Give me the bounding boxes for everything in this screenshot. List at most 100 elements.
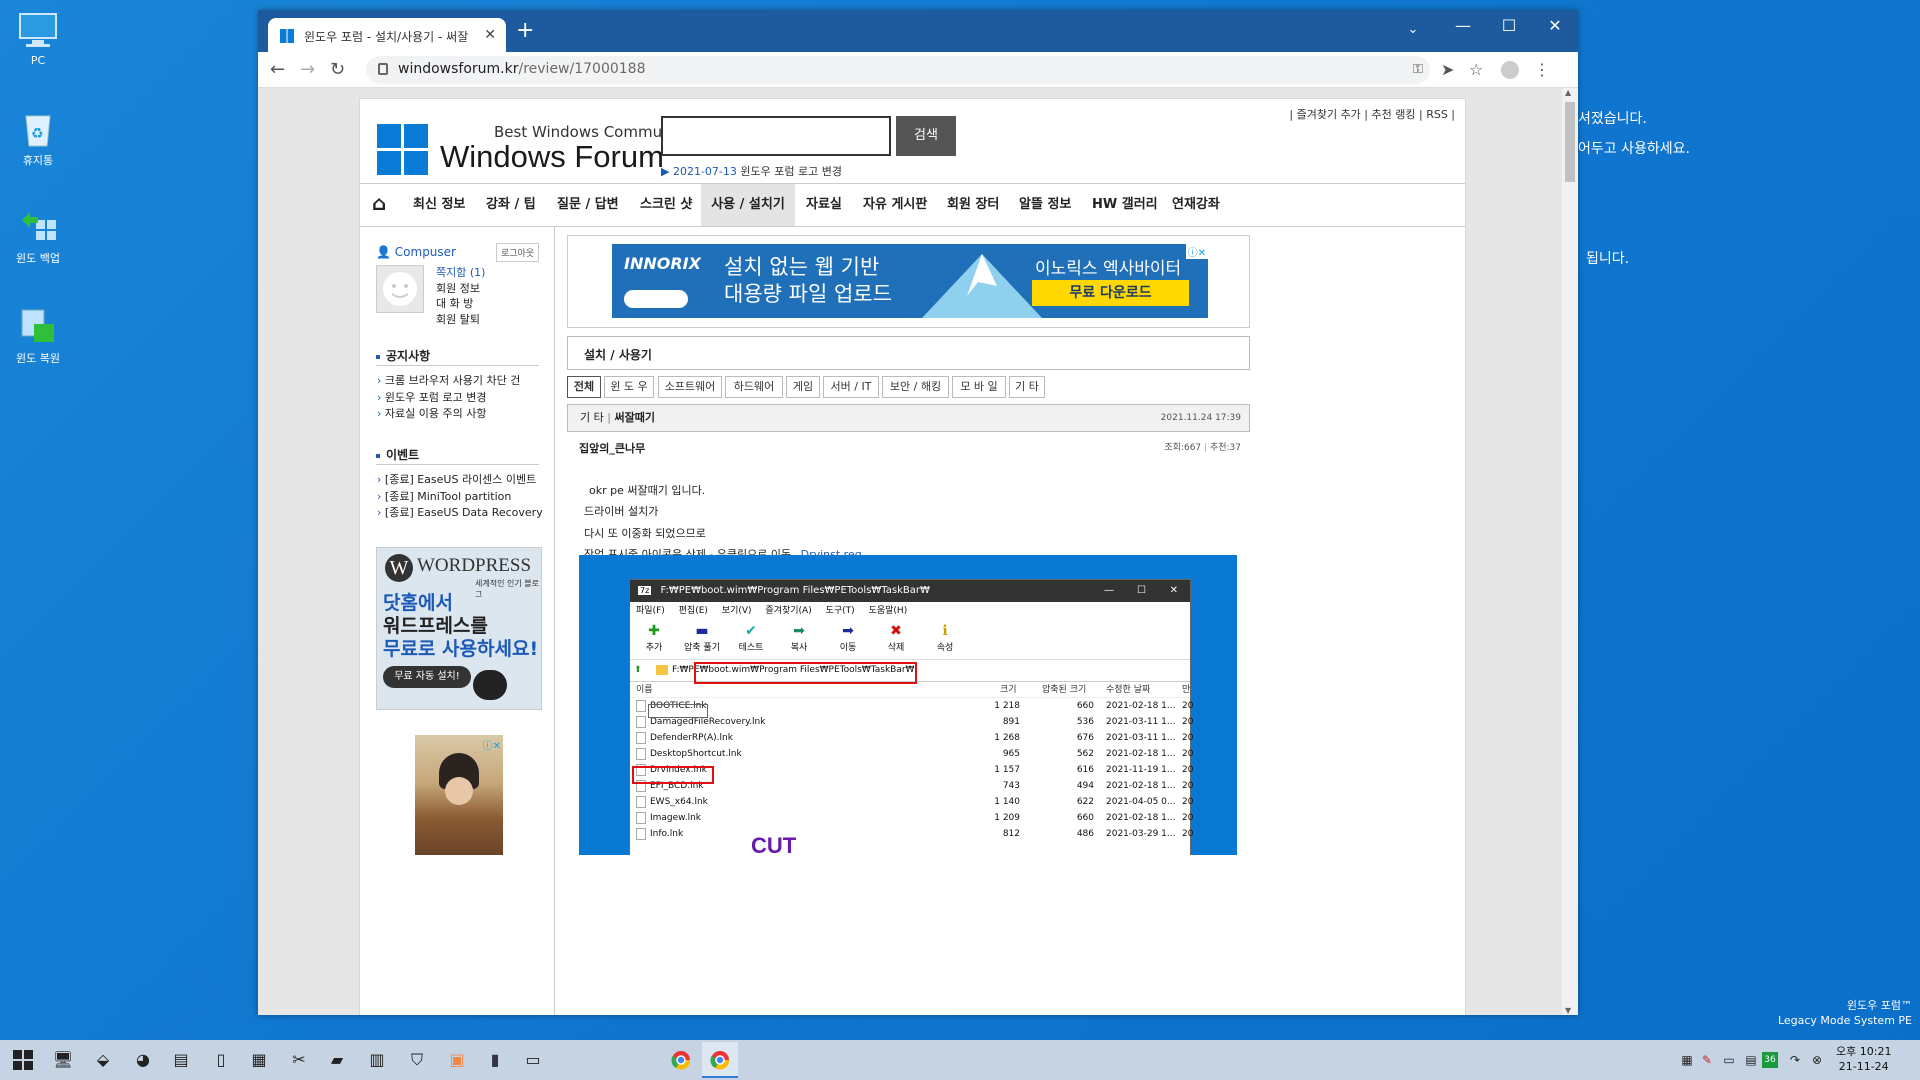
category-tab[interactable]: 기 타	[1009, 376, 1045, 398]
page-scrollbar[interactable]: ▲ ▼	[1562, 88, 1578, 1015]
send-icon[interactable]: ➤	[1441, 60, 1454, 79]
post-author[interactable]: 집앞의_큰나무	[579, 440, 645, 456]
window-app-icon[interactable]: ▭	[522, 1050, 544, 1070]
monitor-app-icon[interactable]: 🖥	[52, 1050, 74, 1070]
desktop-icon-backup[interactable]: 윈도 백업	[8, 206, 68, 266]
desktop-icon-pc[interactable]: PC	[8, 10, 68, 67]
nav-item[interactable]: HW 갤러리	[1092, 184, 1158, 226]
tab-search-icon[interactable]: ⌄	[1390, 22, 1436, 37]
network-icon[interactable]: ▭	[1718, 1050, 1740, 1070]
logout-button[interactable]: 로그아웃	[496, 243, 540, 262]
tray-icon[interactable]: ▦	[1676, 1050, 1698, 1070]
share-icon[interactable]: ↷	[1784, 1050, 1806, 1070]
tool-app-icon[interactable]: ⬙	[92, 1050, 114, 1070]
home-icon[interactable]: ⌂	[372, 182, 386, 224]
windows-logo[interactable]	[377, 124, 429, 176]
browser-tab[interactable]: 윈도우 포럼 - 설치/사용기 - 써잘 ✕	[268, 18, 506, 52]
glass-app-icon[interactable]: ▯	[210, 1050, 232, 1070]
category-tab[interactable]: 하드웨어	[725, 376, 783, 398]
user-name[interactable]: 👤 Compuser	[376, 245, 456, 259]
chrome-active-task[interactable]	[702, 1042, 738, 1078]
scrollbar-thumb[interactable]	[1565, 102, 1575, 182]
desktop-icon-restore[interactable]: 윈도 복원	[8, 306, 68, 366]
tray-badge[interactable]: 36	[1762, 1052, 1778, 1068]
header-notice[interactable]: ▶ 2021-07-13 윈도우 포럼 로고 변경	[661, 163, 842, 179]
nav-item[interactable]: 연재강좌	[1172, 184, 1220, 226]
tools-app-icon[interactable]: ✂	[288, 1050, 310, 1070]
forward-icon[interactable]: →	[300, 59, 315, 80]
user-link-withdraw[interactable]: 회원 탈퇴	[436, 312, 485, 328]
menu-icon[interactable]: ⋮	[1534, 60, 1550, 79]
scroll-up-icon[interactable]: ▲	[1565, 88, 1571, 97]
start-icon[interactable]	[12, 1050, 34, 1070]
chrome-icon[interactable]	[670, 1050, 692, 1070]
zip-file-row: Drvindex.lnk 1 157 616 2021-11-19 1... 20	[630, 762, 1193, 778]
logo-title[interactable]: Windows Forum	[440, 139, 664, 175]
event-item[interactable]: [종료] EaseUS Data Recovery	[377, 505, 543, 522]
user-link-chat[interactable]: 대 화 방	[436, 296, 485, 312]
background-text: 어두고 사용하세요.	[1578, 141, 1690, 157]
nav-item[interactable]: 자유 게시판	[863, 184, 927, 226]
scroll-down-icon[interactable]: ▼	[1565, 1006, 1571, 1015]
notice-item[interactable]: 크롬 브라우저 사용기 차단 건	[377, 373, 520, 390]
desktop-icon-recycle-bin[interactable]: ♻ 휴지통	[8, 108, 68, 168]
keyboard-icon[interactable]: ▤	[1740, 1050, 1762, 1070]
link-rss[interactable]: RSS	[1426, 108, 1448, 121]
nav-item[interactable]: 자료실	[806, 184, 842, 226]
files-app-icon[interactable]: ▥	[366, 1050, 388, 1070]
explorer-app-icon[interactable]: ▦	[248, 1050, 270, 1070]
category-tab[interactable]: 윈 도 우	[604, 376, 654, 398]
nav-item[interactable]: 알뜰 정보	[1019, 184, 1071, 226]
category-tab[interactable]: 전체	[567, 376, 601, 398]
search-input[interactable]	[661, 116, 891, 156]
maximize-button[interactable]: ☐	[1486, 16, 1532, 35]
nav-item[interactable]: 최신 정보	[413, 184, 465, 226]
ad-close-icon[interactable]: ⓘ✕	[1185, 244, 1208, 259]
photo-ad[interactable]: ⓘ✕	[415, 735, 503, 855]
nav-item[interactable]: 회원 장터	[947, 184, 999, 226]
address-bar[interactable]: windowsforum.kr/review/17000188	[366, 56, 1430, 84]
banner-download-button[interactable]: 무료 다운로드	[1032, 280, 1189, 306]
link-ranking[interactable]: 추천 랭킹	[1372, 108, 1416, 121]
tray-pen-icon[interactable]: ✎	[1696, 1050, 1718, 1070]
shield-icon[interactable]: ⛉	[406, 1050, 428, 1070]
innorix-banner[interactable]: INNORIX 설치 없는 웹 기반 대용량 파일 업로드 이노릭스 엑사바이터…	[567, 235, 1250, 328]
user-link-info[interactable]: 회원 정보	[436, 281, 485, 297]
minimize-button[interactable]: —	[1440, 16, 1486, 35]
key-icon[interactable]: ⚿	[1413, 62, 1423, 77]
user-link-messages[interactable]: 쪽지함 (1)	[436, 265, 485, 281]
nav-item[interactable]: 강좌 / 팁	[486, 184, 536, 226]
ad-button[interactable]: 무료 자동 설치!	[383, 666, 471, 688]
nav-item-active[interactable]: 사용 / 설치기	[701, 184, 795, 226]
category-tab[interactable]: 소프트웨어	[658, 376, 722, 398]
notice-item[interactable]: 윈도우 포럼 로고 변경	[377, 390, 520, 407]
nav-item[interactable]: 질문 / 답변	[557, 184, 619, 226]
close-tab-icon[interactable]: ✕	[484, 27, 496, 43]
category-tab[interactable]: 보안 / 해킹	[882, 376, 949, 398]
nav-item[interactable]: 스크린 샷	[640, 184, 692, 226]
category-tab[interactable]: 서버 / IT	[823, 376, 879, 398]
link-favorite[interactable]: 즐겨찾기 추가	[1297, 108, 1361, 121]
fs-app-icon[interactable]: ▤	[170, 1050, 192, 1070]
clock[interactable]: 오후 10:21 21-11-24	[1836, 1044, 1891, 1074]
profile-icon[interactable]	[1501, 61, 1519, 79]
wordpress-ad[interactable]: W WORDPRESS 세계적인 인기 블로그 닷홈에서 워드프레스를 무료로 …	[376, 547, 542, 710]
category-tab[interactable]: 모 바 일	[952, 376, 1006, 398]
search-button[interactable]: 검색	[896, 116, 956, 156]
star-icon[interactable]: ☆	[1469, 60, 1483, 79]
event-item[interactable]: [종료] MiniTool partition	[377, 489, 543, 506]
reload-icon[interactable]: ↻	[330, 59, 345, 80]
store-app-icon[interactable]: ▣	[446, 1050, 468, 1070]
category-tab[interactable]: 게임	[786, 376, 820, 398]
phone-app-icon[interactable]: ▮	[484, 1050, 506, 1070]
new-tab-button[interactable]: +	[516, 18, 534, 43]
media-app-icon[interactable]: ▰	[326, 1050, 348, 1070]
avatar[interactable]	[376, 265, 424, 313]
close-window-button[interactable]: ✕	[1532, 16, 1578, 35]
close-circle-icon[interactable]: ⊗	[1806, 1050, 1828, 1070]
ad-choices-icon[interactable]: ⓘ✕	[483, 737, 501, 752]
notice-item[interactable]: 자료실 이용 주의 사항	[377, 406, 520, 423]
back-icon[interactable]: ←	[270, 59, 285, 80]
partition-app-icon[interactable]: ◕	[132, 1050, 154, 1070]
event-item[interactable]: [종료] EaseUS 라이센스 이벤트	[377, 472, 543, 489]
